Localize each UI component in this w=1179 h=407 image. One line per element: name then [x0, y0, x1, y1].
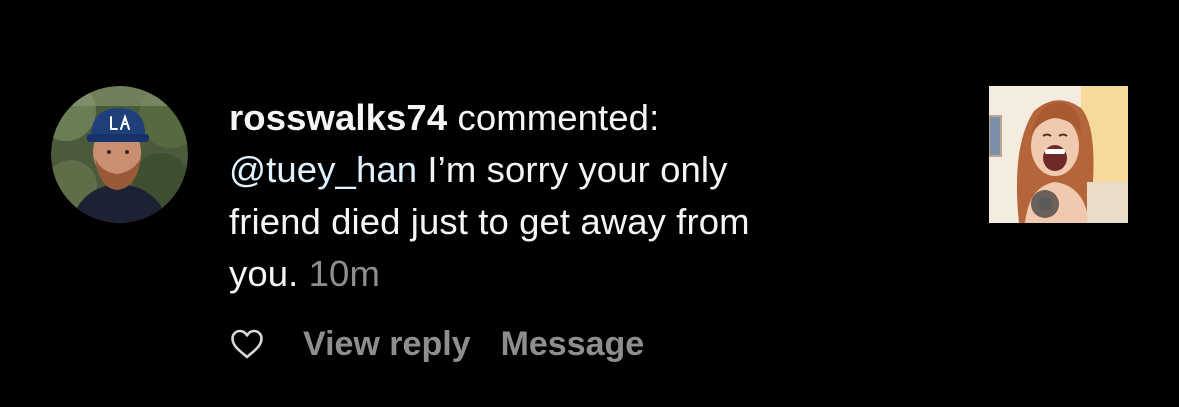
comment-text-1: I’m sorry your only: [427, 149, 728, 190]
comment-timestamp: 10m: [308, 253, 380, 294]
comment-text-2: friend died just to get away from: [229, 201, 750, 242]
comment-line-3: you. 10m: [229, 248, 929, 300]
comment-line-2: friend died just to get away from: [229, 196, 929, 248]
heart-outline-icon: [231, 329, 263, 359]
message-button[interactable]: Message: [501, 325, 645, 364]
commenter-avatar[interactable]: [51, 86, 188, 223]
avatar-photo: [51, 86, 188, 223]
comment-line-1: @tuey_han I’m sorry your only: [229, 144, 929, 196]
like-button[interactable]: [229, 326, 265, 362]
comment-actions: View reply Message: [229, 318, 674, 370]
comment-notification: rosswalks74 commented: @tuey_han I’m sor…: [0, 0, 1179, 407]
post-thumbnail[interactable]: [989, 86, 1128, 223]
view-reply-button[interactable]: View reply: [303, 325, 471, 364]
commenter-username[interactable]: rosswalks74: [229, 97, 447, 138]
comment-text-block: rosswalks74 commented: @tuey_han I’m sor…: [229, 92, 929, 300]
comment-action-text: commented:: [457, 97, 660, 138]
comment-header-line: rosswalks74 commented:: [229, 92, 929, 144]
comment-text-3: you.: [229, 253, 299, 294]
post-thumbnail-image: [989, 86, 1128, 223]
mentioned-user-link[interactable]: @tuey_han: [229, 149, 417, 190]
